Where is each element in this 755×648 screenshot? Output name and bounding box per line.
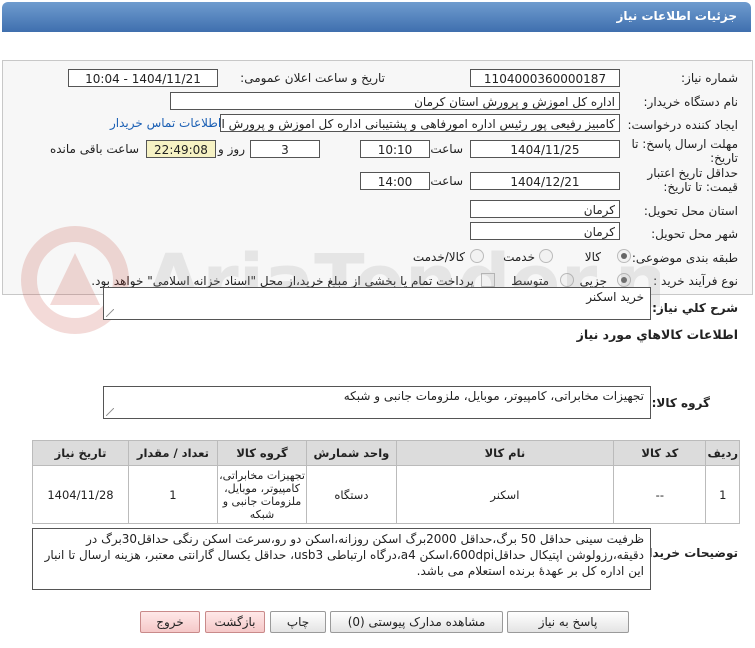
price-validity-label-2: قیمت: تا تاریخ:: [663, 180, 738, 194]
announce-datetime-label: تاریخ و ساعت اعلان عمومی:: [240, 71, 385, 85]
buyer-name-label: نام دستگاه خریدار:: [643, 95, 739, 109]
need-number-label: شماره نیاز:: [681, 71, 738, 85]
buyer-notes-text: ظرفیت سینی حداقل 50 برگ،حداقل 2000برگ اس…: [44, 532, 644, 578]
remaining-time-label: ساعت باقی مانده: [49, 142, 139, 156]
province-label: استان محل تحویل:: [643, 204, 738, 218]
reply-time-label: ساعت: [430, 142, 463, 156]
days-remaining-field: 3: [250, 140, 320, 158]
goods-group-text: تجهیزات مخابراتی، کامپیوتر، موبایل، ملزو…: [343, 389, 644, 403]
exit-button[interactable]: خروج: [140, 611, 200, 633]
need-summary-text: خرید اسکنر: [586, 290, 644, 304]
goods-group-textarea: تجهیزات مخابراتی، کامپیوتر، موبایل، ملزو…: [103, 386, 651, 419]
cell-name: اسکنر: [395, 465, 615, 524]
page-title: جزئیات اطلاعات نیاز: [616, 9, 737, 23]
goods-info-title: اطلاعات کالاهاي مورد نياز: [576, 327, 738, 342]
reply-deadline-label-2: تاریخ:: [710, 151, 738, 165]
category-goods-label: کالا: [584, 250, 601, 264]
col-name: نام کالا: [395, 440, 615, 466]
remaining-time-field: 22:49:08: [146, 140, 216, 158]
buyer-contact-link[interactable]: اطلاعات تماس خریدار: [110, 116, 221, 130]
table-header-row: ردیف کد کالا نام کالا واحد شمارش گروه کا…: [32, 440, 740, 466]
resize-handle-icon[interactable]: [106, 408, 114, 416]
process-small-radio[interactable]: [617, 273, 631, 287]
page-header: جزئیات اطلاعات نیاز: [2, 2, 751, 32]
col-quantity: تعداد / مقدار: [127, 440, 218, 466]
category-goods-radio[interactable]: [617, 249, 631, 263]
reply-time-field: 10:10: [360, 140, 430, 158]
treasury-payment-checkbox[interactable]: [481, 273, 495, 287]
price-validity-label-1: حداقل تاریخ اعتبار: [647, 166, 738, 180]
cell-code: --: [613, 465, 707, 524]
category-both-label: کالا/خدمت: [412, 250, 465, 264]
category-service-radio[interactable]: [539, 249, 553, 263]
process-small-label: جزیی: [579, 274, 607, 288]
reply-deadline-label-1: مهلت ارسال پاسخ: تا: [631, 137, 738, 151]
creator-field: کامبیز رفیعی پور رئیس اداره امورفاهی و پ…: [220, 114, 620, 132]
reply-to-need-button[interactable]: پاسخ به نیاز: [507, 611, 629, 633]
view-attachments-button[interactable]: مشاهده مدارک پیوستی (0): [330, 611, 503, 633]
announce-datetime-field: 1404/11/21 - 10:04: [68, 69, 218, 87]
goods-group-label: گروه کالا:: [651, 396, 710, 410]
table-row: 1 -- اسکنر دستگاه تجهیزات مخابراتی، کامپ…: [32, 465, 740, 524]
cell-row: 1: [705, 465, 740, 524]
col-unit: واحد شمارش: [306, 440, 397, 466]
col-need-date: تاریخ نیاز: [32, 440, 129, 466]
category-service-label: خدمت: [503, 250, 535, 264]
validity-time-label: ساعت: [430, 174, 463, 188]
category-label: طبقه بندی موضوعی:: [631, 251, 738, 265]
need-summary-label: شرح کلي نياز:: [652, 301, 738, 315]
col-row: ردیف: [705, 440, 740, 466]
goods-table: ردیف کد کالا نام کالا واحد شمارش گروه کا…: [32, 440, 740, 524]
back-button[interactable]: بازگشت: [205, 611, 265, 633]
buyer-notes-textarea: ظرفیت سینی حداقل 50 برگ،حداقل 2000برگ اس…: [32, 528, 651, 590]
process-medium-radio[interactable]: [560, 273, 574, 287]
reply-date-field: 1404/11/25: [470, 140, 620, 158]
city-field: کرمان: [470, 222, 620, 240]
cell-unit: دستگاه: [306, 465, 397, 524]
col-code: کد کالا: [613, 440, 707, 466]
cell-quantity: 1: [127, 465, 218, 524]
city-label: شهر محل تحویل:: [651, 227, 738, 241]
validity-date-field: 1404/12/21: [470, 172, 620, 190]
buyer-name-field: اداره کل اموزش و پرورش استان کرمان: [170, 92, 620, 110]
buyer-notes-label: توضیحات خریدار:: [636, 546, 738, 560]
cell-need-date: 1404/11/28: [32, 465, 129, 524]
days-label: روز و: [218, 142, 245, 156]
cell-group: تجهیزات مخابراتی، کامپیوتر، موبایل، ملزو…: [216, 465, 308, 524]
need-number-field: 1104000360000187: [470, 69, 620, 87]
creator-label: ایجاد کننده درخواست:: [627, 118, 738, 132]
print-button[interactable]: چاپ: [270, 611, 326, 633]
process-type-label: نوع فرآیند خرید :: [653, 274, 738, 288]
province-field: کرمان: [470, 200, 620, 218]
process-medium-label: متوسط: [511, 274, 549, 288]
col-group: گروه کالا: [216, 440, 308, 466]
category-both-radio[interactable]: [470, 249, 484, 263]
resize-handle-icon[interactable]: [106, 309, 114, 317]
need-summary-textarea: خرید اسکنر: [103, 287, 651, 320]
validity-time-field: 14:00: [360, 172, 430, 190]
treasury-payment-note: پرداخت تمام یا بخشی از مبلغ خرید،از محل …: [91, 274, 474, 288]
